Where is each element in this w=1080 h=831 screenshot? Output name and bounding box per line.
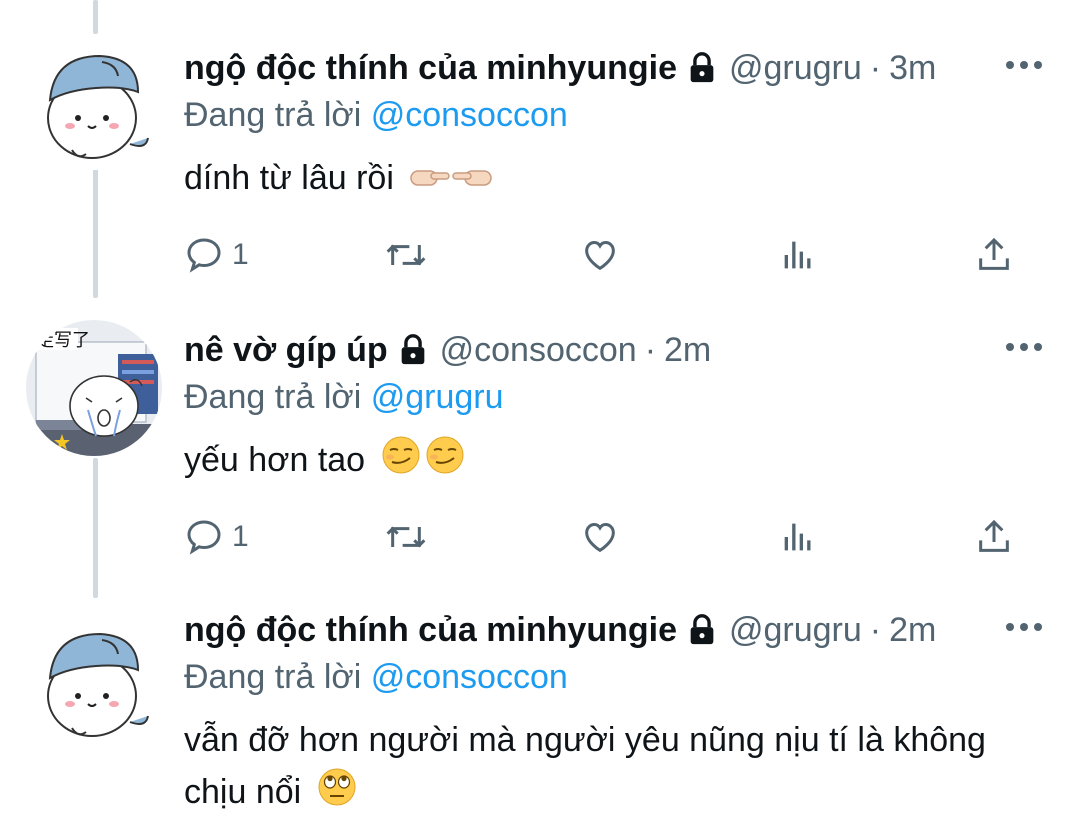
retweet-icon (386, 526, 426, 548)
tweet-body: yếu hơn tao (184, 441, 366, 479)
more-options-icon[interactable] (1004, 58, 1044, 82)
avatar-text: 走写了 (36, 330, 90, 351)
share-button[interactable] (974, 230, 1014, 280)
display-name[interactable]: ngộ độc thính của minhyungie (184, 611, 677, 650)
avatar[interactable] (26, 612, 162, 748)
smirking-face-emoji-icon (381, 435, 467, 490)
handle[interactable]: @grugru (729, 49, 862, 88)
reply-prefix: Đang trả lời (184, 96, 362, 134)
like-button[interactable] (580, 230, 620, 280)
display-name[interactable]: nê vờ gíp úp (184, 331, 388, 370)
reply-context: Đang trả lời @consoccon (184, 92, 1050, 138)
views-button[interactable] (778, 512, 818, 562)
display-name[interactable]: ngộ độc thính của minhyungie (184, 49, 677, 88)
separator-dot: · (869, 48, 882, 87)
avatar[interactable]: 走写了 (26, 320, 162, 456)
reply-prefix: Đang trả lời (184, 378, 362, 416)
avatar[interactable] (26, 34, 162, 170)
reply-count: 1 (232, 520, 249, 553)
handle[interactable]: @consoccon (440, 331, 637, 370)
like-button[interactable] (580, 512, 620, 562)
tweet-body-line: chịu nổi (184, 773, 302, 811)
share-icon (979, 519, 1009, 552)
tweet-body-line: vẫn đỡ hơn người mà người yêu nũng nịu t… (184, 721, 986, 759)
views-button[interactable] (778, 230, 818, 280)
retweet-button[interactable] (384, 230, 428, 280)
more-options-icon[interactable] (1004, 620, 1044, 644)
tweet[interactable]: ngộ độc thính của minhyungie @grugru · 3… (0, 0, 1080, 300)
heart-icon (585, 522, 615, 553)
mention-link[interactable]: @consoccon (371, 658, 568, 696)
mention-link[interactable]: @grugru (371, 378, 504, 416)
lock-icon (396, 333, 430, 367)
tweet-text: yếu hơn tao (184, 434, 1050, 490)
reply-context: Đang trả lời @grugru (184, 374, 1050, 420)
reply-icon (187, 238, 221, 273)
reply-icon (187, 520, 221, 555)
reply-count: 1 (232, 238, 249, 271)
tweet-text: dính từ lâu rồi (184, 152, 1050, 206)
share-icon (979, 237, 1009, 270)
analytics-icon (784, 523, 811, 551)
eye-roll-emoji-icon (317, 767, 357, 822)
lock-icon (685, 51, 719, 85)
separator-dot: · (644, 330, 657, 369)
heart-icon (585, 240, 615, 271)
more-options-icon[interactable] (1004, 340, 1044, 364)
timestamp[interactable]: 2m (889, 611, 936, 650)
reply-context: Đang trả lời @consoccon (184, 654, 1050, 700)
timestamp[interactable]: 2m (664, 331, 711, 370)
reply-prefix: Đang trả lời (184, 658, 362, 696)
tweet-body: dính từ lâu rồi (184, 159, 394, 197)
analytics-icon (784, 241, 811, 269)
mention-link[interactable]: @consoccon (371, 96, 568, 134)
pointing-hands-emoji-icon (409, 154, 493, 206)
timestamp[interactable]: 3m (889, 49, 936, 88)
lock-icon (685, 613, 719, 647)
share-button[interactable] (974, 512, 1014, 562)
tweet-text: vẫn đỡ hơn người mà người yêu nũng nịu t… (184, 714, 1050, 822)
retweet-icon (386, 244, 426, 266)
handle[interactable]: @grugru (729, 611, 862, 650)
separator-dot: · (869, 610, 882, 649)
retweet-button[interactable] (384, 512, 428, 562)
tweet[interactable]: ngộ độc thính của minhyungie @grugru · 2… (0, 590, 1080, 831)
reply-button[interactable]: 1 (184, 230, 249, 280)
reply-button[interactable]: 1 (184, 512, 249, 562)
tweet[interactable]: 走写了 nê vờ gíp úp @consoccon · 2m Đang tr… (0, 300, 1080, 590)
